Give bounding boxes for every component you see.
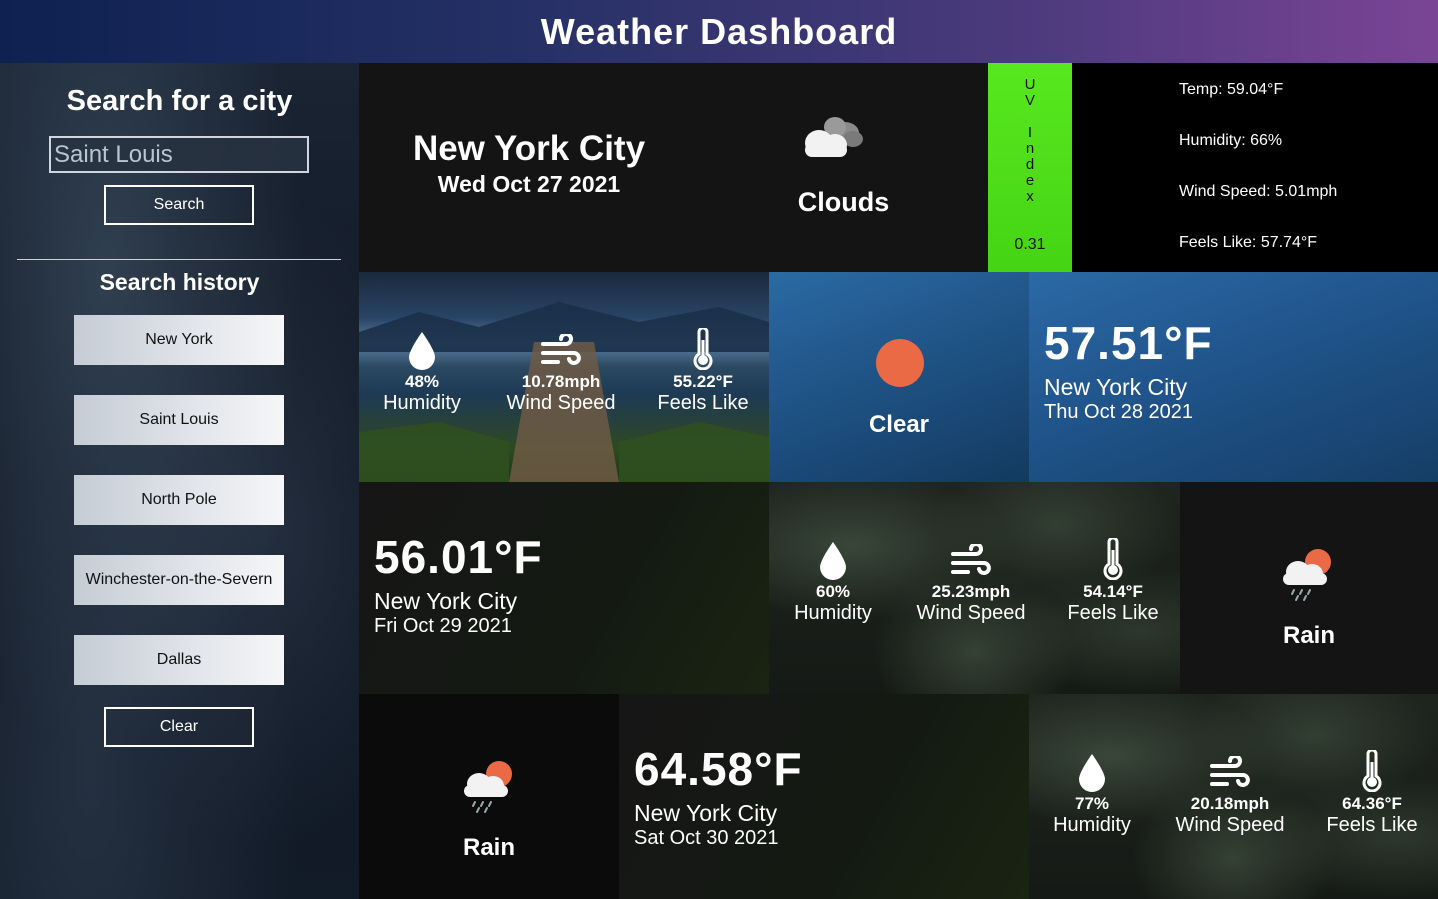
uv-index-label: UVIndex (1024, 76, 1036, 205)
humidity-label: Humidity (383, 392, 461, 414)
sidebar: Search for a city Search Search history … (0, 63, 359, 899)
forecast-1-condition: Clear (868, 411, 930, 438)
current-feels: Feels Like: 57.74°F (1179, 234, 1318, 251)
thermometer-icon (638, 328, 768, 370)
search-button[interactable]: Search (104, 185, 254, 225)
humidity-label: Humidity (794, 602, 872, 624)
clouds-icon (795, 113, 867, 168)
forecast-2-city: New York City (374, 588, 518, 614)
history-item-new-york[interactable]: New York (74, 315, 284, 365)
uv-index-value: 0.31 (1014, 236, 1046, 253)
forecast-2-wind-value: 25.23mph (931, 582, 1011, 601)
forecast-1-metrics-tile: 48% Humidity 10.78mph Wind Speed 55.22°F… (359, 272, 769, 482)
forecast-1-temp: 57.51°F (1044, 317, 1213, 369)
rain-icon (1280, 546, 1340, 607)
forecast-2-condition-tile: Rain (1180, 482, 1438, 694)
feels-like-label: Feels Like (1067, 602, 1159, 624)
forecast-3-feels-value: 64.36°F (1342, 794, 1402, 813)
forecast-3-condition-tile: Rain (359, 694, 619, 899)
forecast-2-metrics-tile: 60% Humidity 25.23mph Wind Speed 54.14°F… (769, 482, 1180, 694)
clear-button[interactable]: Clear (104, 707, 254, 747)
feels-like-label: Feels Like (1326, 814, 1418, 836)
search-title: Search for a city (66, 85, 293, 117)
feels-like-label: Feels Like (657, 392, 749, 414)
thermometer-icon (1307, 750, 1437, 792)
wind-icon (1165, 752, 1295, 792)
forecast-2-condition: Rain (1282, 622, 1335, 649)
forecast-2-temp: 56.01°F (374, 531, 543, 583)
forecast-1-date: Thu Oct 28 2021 (1044, 401, 1193, 423)
current-temp: Temp: 59.04°F (1179, 81, 1284, 98)
forecast-1-humidity-value: 48% (404, 372, 440, 391)
humidity-label: Humidity (1053, 814, 1131, 836)
current-wind: Wind Speed: 5.01mph (1179, 183, 1338, 200)
divider (17, 259, 341, 260)
forecast-3-humidity-value: 77% (1074, 794, 1110, 813)
wind-label: Wind Speed (1175, 814, 1285, 836)
forecast-3-city: New York City (634, 800, 778, 826)
current-condition-tile: Clouds (699, 63, 988, 272)
forecast-2-feels-value: 54.14°F (1083, 582, 1143, 601)
history-item-winchester[interactable]: Winchester-on-the-Severn (74, 555, 284, 605)
forecast-1-city: New York City (1044, 374, 1188, 400)
history-item-saint-louis[interactable]: Saint Louis (74, 395, 284, 445)
current-stats: Temp: 59.04°F Humidity: 66% Wind Speed: … (1072, 63, 1438, 272)
page-title: Weather Dashboard (540, 10, 898, 52)
forecast-3-wind-value: 20.18mph (1190, 794, 1270, 813)
wind-icon (496, 330, 626, 370)
forecast-1-wind-value: 10.78mph (521, 372, 601, 391)
forecast-3-condition: Rain (462, 834, 515, 861)
current-city-tile: New York City Wed Oct 27 2021 (359, 63, 699, 272)
current-humidity: Humidity: 66% (1179, 132, 1283, 149)
forecast-2-date: Fri Oct 29 2021 (374, 615, 512, 637)
humidity-icon (359, 330, 487, 370)
forecast-2-temp-tile: 56.01°F New York City Fri Oct 29 2021 (359, 482, 769, 694)
forecast-1-temp-tile: 57.51°F New York City Thu Oct 28 2021 (1029, 272, 1438, 482)
thermometer-icon (1048, 538, 1178, 580)
wind-icon (906, 540, 1036, 580)
wind-label: Wind Speed (506, 392, 616, 414)
rain-icon (461, 758, 521, 819)
forecast-3-temp-tile: 64.58°F New York City Sat Oct 30 2021 (619, 694, 1029, 899)
humidity-icon (769, 540, 898, 580)
forecast-3-metrics-tile: 77% Humidity 20.18mph Wind Speed 64.36°F… (1029, 694, 1438, 899)
forecast-3-date: Sat Oct 30 2021 (634, 827, 779, 849)
current-condition: Clouds (797, 187, 890, 217)
wind-label: Wind Speed (916, 602, 1026, 624)
current-city-name: New York City (412, 129, 646, 168)
humidity-icon (1029, 752, 1157, 792)
forecast-1-feels-value: 55.22°F (673, 372, 733, 391)
uv-index-badge: UVIndex 0.31 (988, 63, 1072, 272)
app-header: Weather Dashboard (0, 0, 1438, 63)
current-date: Wed Oct 27 2021 (437, 171, 621, 197)
city-search-input[interactable] (49, 136, 309, 173)
search-history-title: Search history (99, 269, 260, 295)
forecast-2-humidity-value: 60% (815, 582, 851, 601)
history-item-north-pole[interactable]: North Pole (74, 475, 284, 525)
history-item-dallas[interactable]: Dallas (74, 635, 284, 685)
forecast-3-temp: 64.58°F (634, 743, 803, 795)
sun-icon (875, 338, 925, 393)
forecast-1-condition-tile: Clear (769, 272, 1029, 482)
